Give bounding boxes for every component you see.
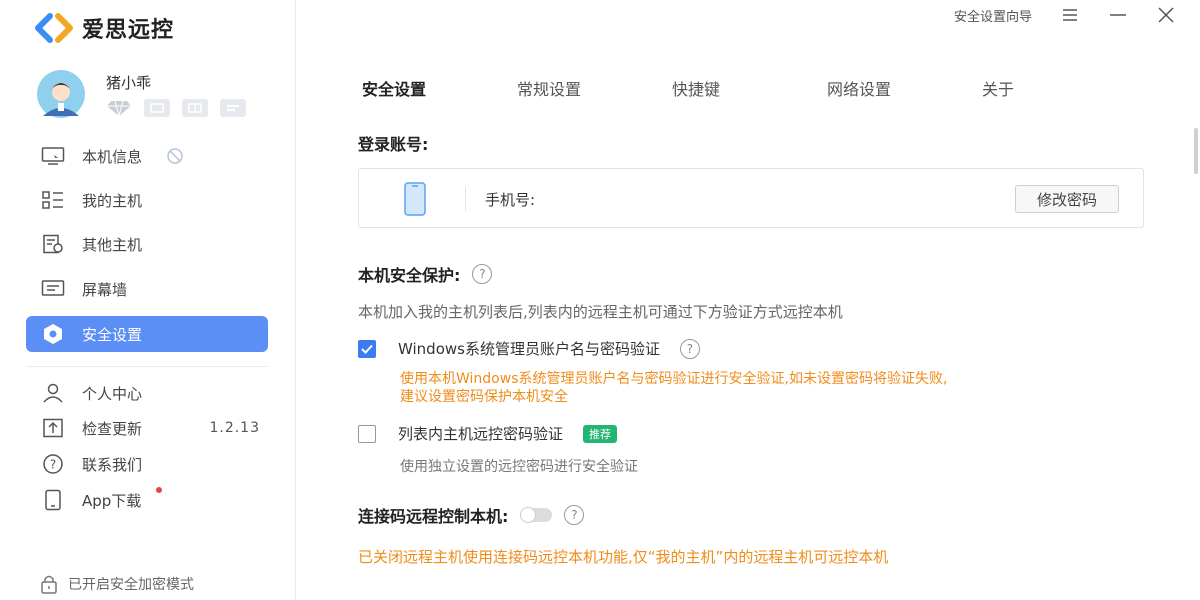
sidebar-item-label: 屏幕墙 bbox=[82, 280, 128, 299]
sidebar-item-screen-wall[interactable]: 屏幕墙 bbox=[26, 271, 268, 307]
connect-code-label: 连接码远程控制本机: bbox=[358, 507, 509, 526]
remote-password-option: 列表内主机远控密码验证 推荐 bbox=[358, 423, 618, 444]
change-password-button[interactable]: 修改密码 bbox=[1015, 185, 1119, 213]
sidebar-item-my-hosts[interactable]: 我的主机 bbox=[26, 182, 268, 218]
sidebar-item-label: 安全设置 bbox=[82, 325, 143, 344]
windows-auth-hint-line2: 建议设置密码保护本机安全 bbox=[400, 389, 568, 405]
remote-password-hint: 使用独立设置的远控密码进行安全验证 bbox=[400, 459, 638, 475]
monitor-icon bbox=[40, 145, 66, 167]
question-icon: ? bbox=[40, 453, 66, 475]
svg-text:?: ? bbox=[50, 458, 56, 472]
sidebar-item-device-info[interactable]: 本机信息 bbox=[26, 138, 268, 174]
connect-code-title: 连接码远程控制本机: ? bbox=[358, 503, 585, 527]
title-bar: 安全设置向导 bbox=[954, 0, 1200, 30]
vertical-divider bbox=[465, 187, 466, 211]
sidebar-item-label: App下载 bbox=[82, 491, 142, 510]
security-wizard-link[interactable]: 安全设置向导 bbox=[954, 6, 1032, 25]
list-icon bbox=[40, 189, 66, 211]
logo-icon bbox=[35, 13, 73, 43]
avatar[interactable] bbox=[30, 70, 92, 118]
minimize-icon[interactable] bbox=[1108, 5, 1128, 25]
connect-code-toggle[interactable] bbox=[520, 507, 553, 523]
help-icon[interactable]: ? bbox=[564, 505, 585, 525]
protection-description: 本机加入我的主机列表后,列表内的远程主机可通过下方验证方式远控本机 bbox=[358, 303, 843, 321]
notification-dot bbox=[156, 487, 162, 493]
tablet-icon bbox=[40, 489, 66, 511]
menu-icon[interactable] bbox=[1060, 5, 1080, 25]
sidebar-item-personal-center[interactable]: 个人中心 bbox=[26, 375, 268, 411]
sidebar-item-label: 我的主机 bbox=[82, 191, 143, 210]
sidebar-item-app-download[interactable]: App下载 bbox=[26, 482, 268, 518]
badge-icon-2 bbox=[182, 99, 208, 117]
local-protection-title: 本机安全保护: ? bbox=[358, 262, 493, 286]
username: 猪小乖 bbox=[106, 74, 152, 92]
recommended-badge: 推荐 bbox=[583, 424, 618, 443]
diamond-icon bbox=[107, 100, 131, 117]
login-account-title: 登录账号: bbox=[358, 131, 428, 155]
version-number: 1.2.13 bbox=[209, 420, 260, 436]
windows-auth-option: Windows系统管理员账户名与密码验证 ? bbox=[358, 338, 700, 359]
windows-auth-hint-line1: 使用本机Windows系统管理员账户名与密码验证进行安全验证,如未设置密码将验证… bbox=[400, 371, 948, 387]
sidebar-divider bbox=[26, 366, 268, 367]
sidebar-item-security-settings[interactable]: 安全设置 bbox=[26, 316, 268, 352]
sidebar-item-label: 本机信息 bbox=[82, 147, 143, 166]
windows-auth-label: Windows系统管理员账户名与密码验证 bbox=[398, 340, 660, 358]
scrollbar[interactable] bbox=[1194, 128, 1198, 174]
app-logo: 爱思远控 bbox=[34, 12, 174, 44]
local-protection-label: 本机安全保护: bbox=[358, 266, 461, 285]
tab-general-settings[interactable]: 常规设置 bbox=[517, 76, 672, 100]
sidebar-item-check-update[interactable]: 检查更新 1.2.13 bbox=[26, 410, 268, 446]
windows-auth-hint: 使用本机Windows系统管理员账户名与密码验证进行安全验证,如未设置密码将验证… bbox=[400, 370, 947, 406]
encryption-label: 已开启安全加密模式 bbox=[68, 577, 194, 593]
remote-password-checkbox[interactable] bbox=[358, 424, 376, 443]
lock-icon bbox=[41, 575, 57, 594]
app-name: 爱思远控 bbox=[82, 18, 175, 43]
screen-icon bbox=[40, 278, 66, 300]
sidebar-item-label: 检查更新 bbox=[82, 419, 143, 438]
account-box: 手机号: 修改密码 bbox=[358, 168, 1144, 228]
encryption-status: 已开启安全加密模式 bbox=[40, 574, 194, 594]
tab-shortcuts[interactable]: 快捷键 bbox=[672, 76, 827, 100]
sidebar: 爱思远控 猪小乖 本机信息 我的主机 其他主机 屏幕墙 安全设置 个人中心 检查… bbox=[0, 0, 296, 600]
check-icon bbox=[361, 344, 373, 354]
close-icon[interactable] bbox=[1156, 5, 1176, 25]
badge-icon-1 bbox=[144, 99, 170, 117]
windows-auth-checkbox[interactable] bbox=[358, 339, 376, 358]
tab-network-settings[interactable]: 网络设置 bbox=[827, 76, 982, 100]
help-icon[interactable]: ? bbox=[679, 338, 700, 359]
phone-number-label: 手机号: bbox=[485, 191, 536, 209]
sidebar-item-contact-us[interactable]: ? 联系我们 bbox=[26, 446, 268, 482]
sidebar-item-label: 联系我们 bbox=[82, 455, 143, 474]
disabled-icon bbox=[167, 148, 183, 164]
help-icon[interactable]: ? bbox=[472, 264, 493, 284]
toggle-knob bbox=[520, 507, 537, 523]
settings-tabs: 安全设置 常规设置 快捷键 网络设置 关于 bbox=[362, 76, 1137, 100]
badge-icon-3 bbox=[220, 99, 246, 117]
phone-icon bbox=[404, 182, 426, 216]
tab-security-settings[interactable]: 安全设置 bbox=[362, 76, 517, 100]
login-account-label: 登录账号: bbox=[358, 135, 429, 154]
document-icon bbox=[40, 233, 66, 255]
user-icon bbox=[40, 382, 66, 404]
remote-password-label: 列表内主机远控密码验证 bbox=[398, 425, 564, 443]
sidebar-item-label: 个人中心 bbox=[82, 384, 143, 403]
tab-about[interactable]: 关于 bbox=[982, 76, 1137, 100]
sidebar-item-label: 其他主机 bbox=[82, 235, 143, 254]
upload-icon bbox=[40, 417, 66, 439]
sidebar-item-other-hosts[interactable]: 其他主机 bbox=[26, 226, 268, 262]
shield-icon bbox=[40, 323, 66, 345]
connect-code-note: 已关闭远程主机使用连接码远控本机功能,仅“我的主机”内的远程主机可远控本机 bbox=[358, 548, 889, 566]
user-profile: 猪小乖 bbox=[30, 70, 246, 118]
